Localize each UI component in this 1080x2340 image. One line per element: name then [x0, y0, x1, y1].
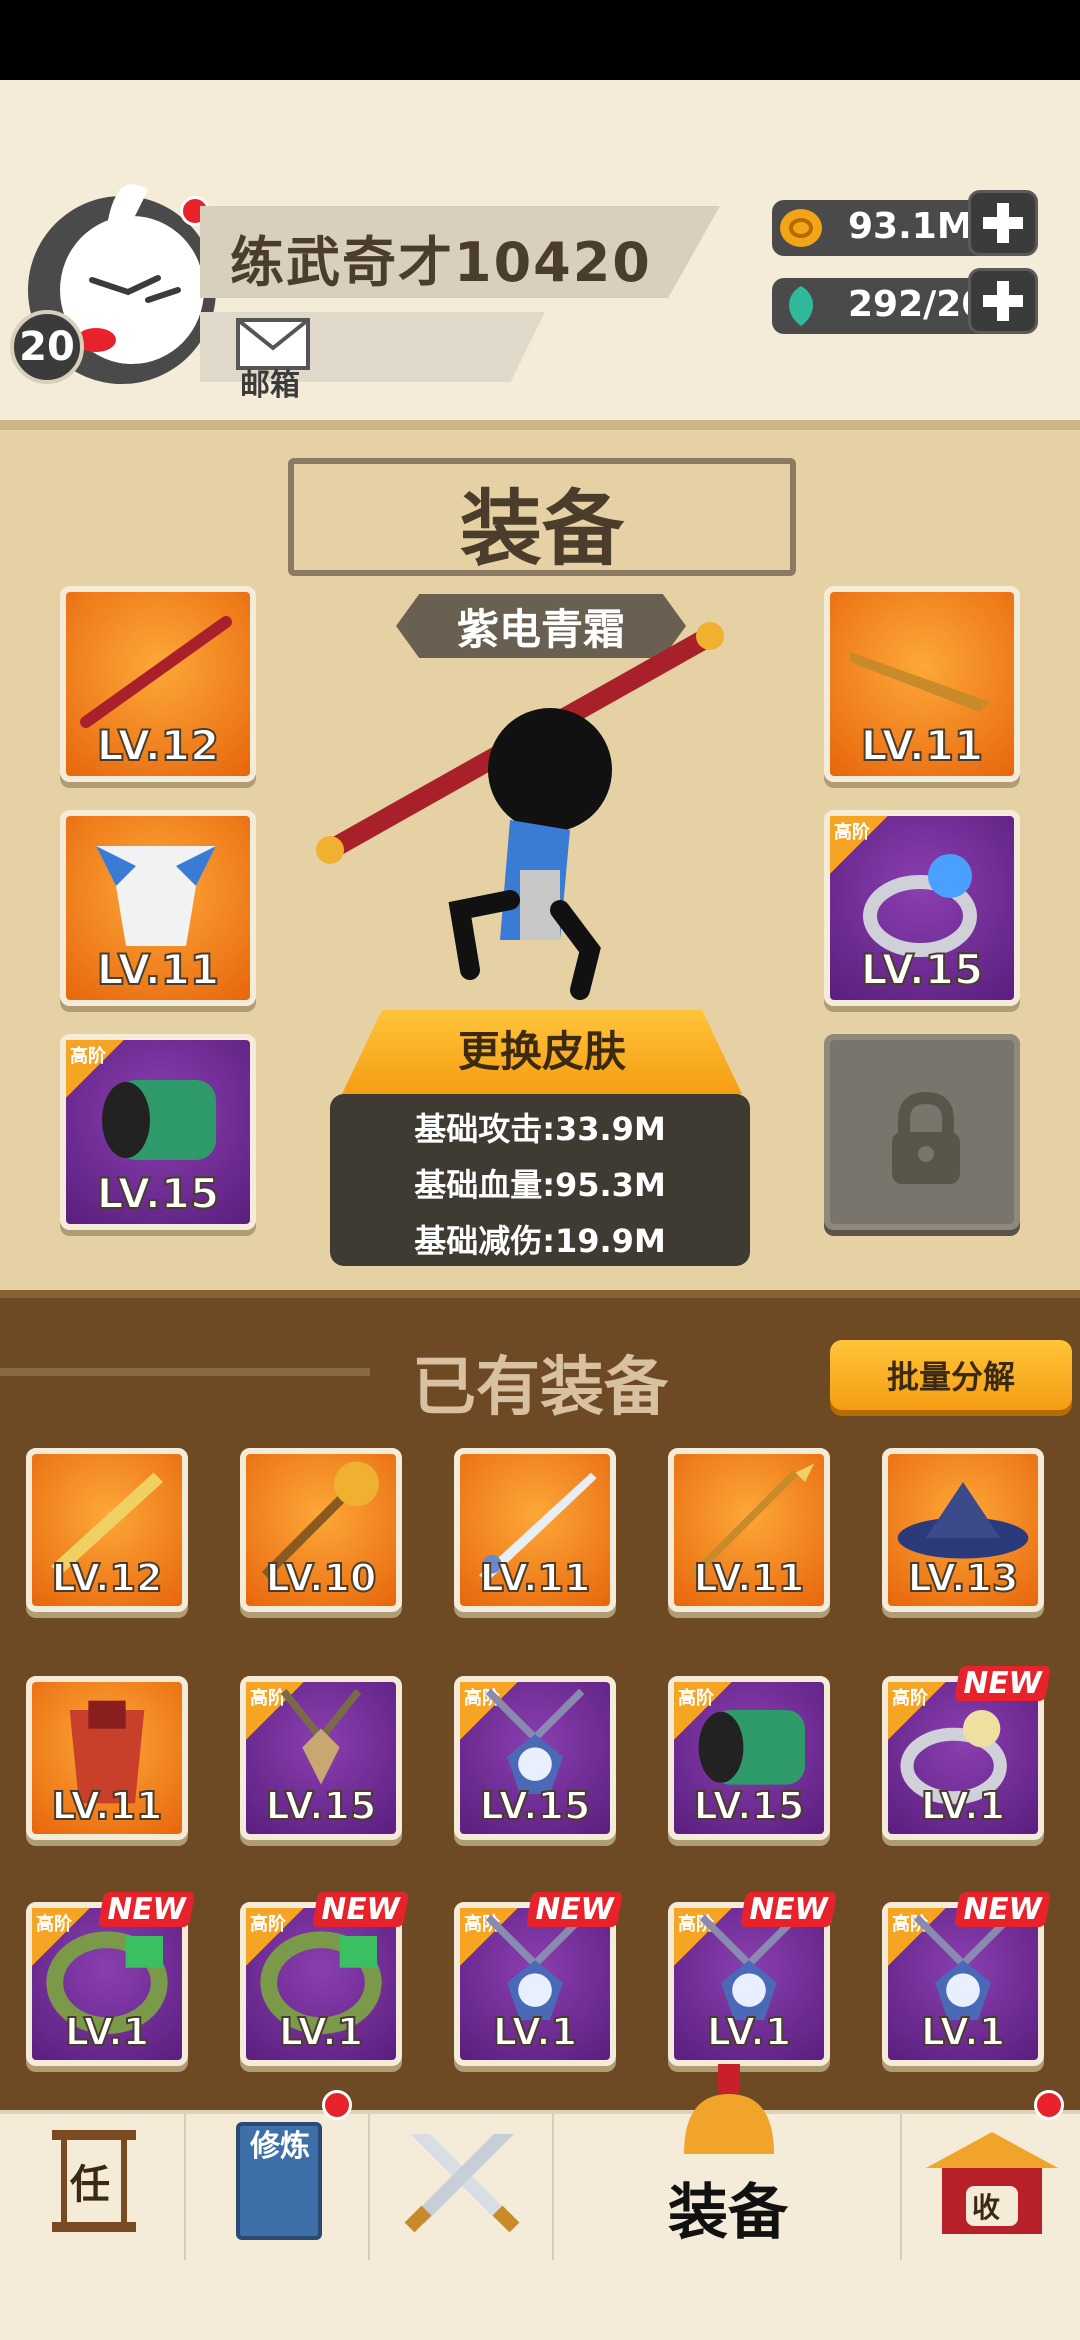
- nav-equipment[interactable]: 装备: [554, 2064, 902, 2260]
- inventory-item[interactable]: LV.13: [882, 1448, 1044, 1612]
- inventory-item[interactable]: LV.11: [668, 1448, 830, 1612]
- add-gold-button[interactable]: [968, 190, 1038, 256]
- bracer-icon: [102, 1080, 216, 1160]
- item-level: LV.15: [693, 1783, 806, 1829]
- gem-amount: 292/20: [848, 284, 987, 325]
- equip-slot-weapon[interactable]: LV.12: [60, 586, 256, 782]
- equip-slot-bracer[interactable]: 高阶 LV.15: [60, 1034, 256, 1230]
- plus-icon: [983, 281, 1023, 321]
- inventory-item[interactable]: 高阶 LV.1 NEW: [668, 1892, 838, 2066]
- nav-shop-glyph: 收: [972, 2191, 1001, 2224]
- new-badge: NEW: [740, 1892, 838, 1927]
- gold-amount: 93.1M: [848, 206, 973, 247]
- item-level: LV.1: [278, 2009, 364, 2055]
- new-badge: NEW: [954, 1666, 1052, 1701]
- hairpin-icon: [850, 652, 990, 712]
- slot-level: LV.15: [860, 944, 984, 995]
- training-notification-dot: [322, 2090, 352, 2120]
- equip-slot-ring[interactable]: 高阶 LV.15: [824, 810, 1020, 1006]
- shop-notification-dot: [1034, 2090, 1064, 2120]
- inventory-item[interactable]: 高阶 LV.1 NEW: [26, 1892, 196, 2066]
- inventory-title: 已有装备: [412, 1351, 668, 1425]
- item-level: LV.10: [265, 1555, 378, 1601]
- item-level: LV.1: [920, 2009, 1006, 2055]
- base-attack-stat: 基础攻击:33.9M: [414, 1110, 666, 1148]
- coin-icon: [780, 209, 822, 247]
- slot-level: LV.11: [860, 720, 984, 771]
- item-level: LV.1: [706, 2009, 792, 2055]
- inventory-item[interactable]: 高阶 LV.15: [240, 1676, 402, 1840]
- nav-bottom-strip: [0, 2262, 1080, 2340]
- item-level: LV.11: [693, 1555, 806, 1601]
- inventory-item[interactable]: 高阶 LV.15: [454, 1676, 616, 1840]
- player-level-badge: 20: [10, 310, 84, 384]
- inventory-item[interactable]: LV.11: [26, 1676, 188, 1840]
- plus-icon: [983, 203, 1023, 243]
- base-hp-stat: 基础血量:95.3M: [414, 1166, 666, 1204]
- player-name: 练武奇才10420: [230, 231, 652, 294]
- nav-training-glyph: 修炼: [250, 2129, 310, 2164]
- mailbox-label: 邮箱: [240, 368, 300, 403]
- equip-slot-armor[interactable]: LV.11: [60, 810, 256, 1006]
- new-badge: NEW: [954, 1892, 1052, 1927]
- nav-battle[interactable]: [370, 2114, 554, 2260]
- equip-slot-hairpin[interactable]: LV.11: [824, 586, 1020, 782]
- change-skin-label: 更换皮肤: [457, 1027, 626, 1076]
- nav-training[interactable]: 修炼: [186, 2090, 370, 2260]
- character-figure: [316, 622, 724, 1000]
- helmet-icon: [684, 2064, 774, 2154]
- inventory-item[interactable]: LV.10: [240, 1448, 402, 1612]
- jade-gem-icon: [788, 286, 814, 326]
- nav-equipment-label: 装备: [668, 2178, 788, 2248]
- slot-level: LV.12: [96, 720, 220, 771]
- robe-icon: [96, 846, 216, 946]
- item-level: LV.15: [265, 1783, 378, 1829]
- new-badge: NEW: [312, 1892, 410, 1927]
- inventory-item[interactable]: 高阶 LV.15: [668, 1676, 830, 1840]
- nav-tasks-glyph: 任: [70, 2162, 110, 2208]
- crossed-swords-icon: [404, 2134, 520, 2233]
- item-level: LV.11: [479, 1555, 592, 1601]
- new-badge: NEW: [98, 1892, 196, 1927]
- mailbox-button[interactable]: 邮箱: [236, 318, 316, 403]
- base-reduction-stat: 基础减伤:19.9M: [414, 1222, 666, 1260]
- add-gem-button[interactable]: [968, 268, 1038, 334]
- item-level: LV.11: [51, 1783, 164, 1829]
- item-level: LV.12: [51, 1555, 164, 1601]
- inventory-item[interactable]: 高阶 LV.1 NEW: [882, 1892, 1052, 2066]
- item-level: LV.13: [907, 1555, 1020, 1601]
- new-badge: NEW: [526, 1892, 624, 1927]
- inventory-item[interactable]: LV.11: [454, 1448, 616, 1612]
- slot-level: LV.11: [96, 944, 220, 995]
- item-level: LV.1: [920, 1783, 1006, 1829]
- bulk-dismantle-button[interactable]: 批量分解: [830, 1340, 1072, 1410]
- nav-shop[interactable]: 收: [902, 2090, 1080, 2260]
- lock-icon: [892, 1091, 960, 1184]
- staff-icon: [80, 616, 232, 728]
- inventory-item[interactable]: LV.12: [26, 1448, 188, 1612]
- status-bar: [0, 0, 1080, 80]
- inventory-item[interactable]: 高阶 LV.1 NEW: [882, 1666, 1052, 1840]
- equip-slot-locked[interactable]: [824, 1034, 1020, 1230]
- equipment-title: 装备: [459, 482, 624, 577]
- inventory-item[interactable]: 高阶 LV.1 NEW: [454, 1892, 624, 2066]
- item-level: LV.1: [492, 2009, 578, 2055]
- slot-level: LV.15: [96, 1168, 220, 1219]
- item-level: LV.1: [64, 2009, 150, 2055]
- divider-line: [0, 1368, 370, 1376]
- nav-tasks[interactable]: 任: [0, 2114, 186, 2260]
- inventory-item[interactable]: 高阶 LV.1 NEW: [240, 1892, 410, 2066]
- item-level: LV.15: [479, 1783, 592, 1829]
